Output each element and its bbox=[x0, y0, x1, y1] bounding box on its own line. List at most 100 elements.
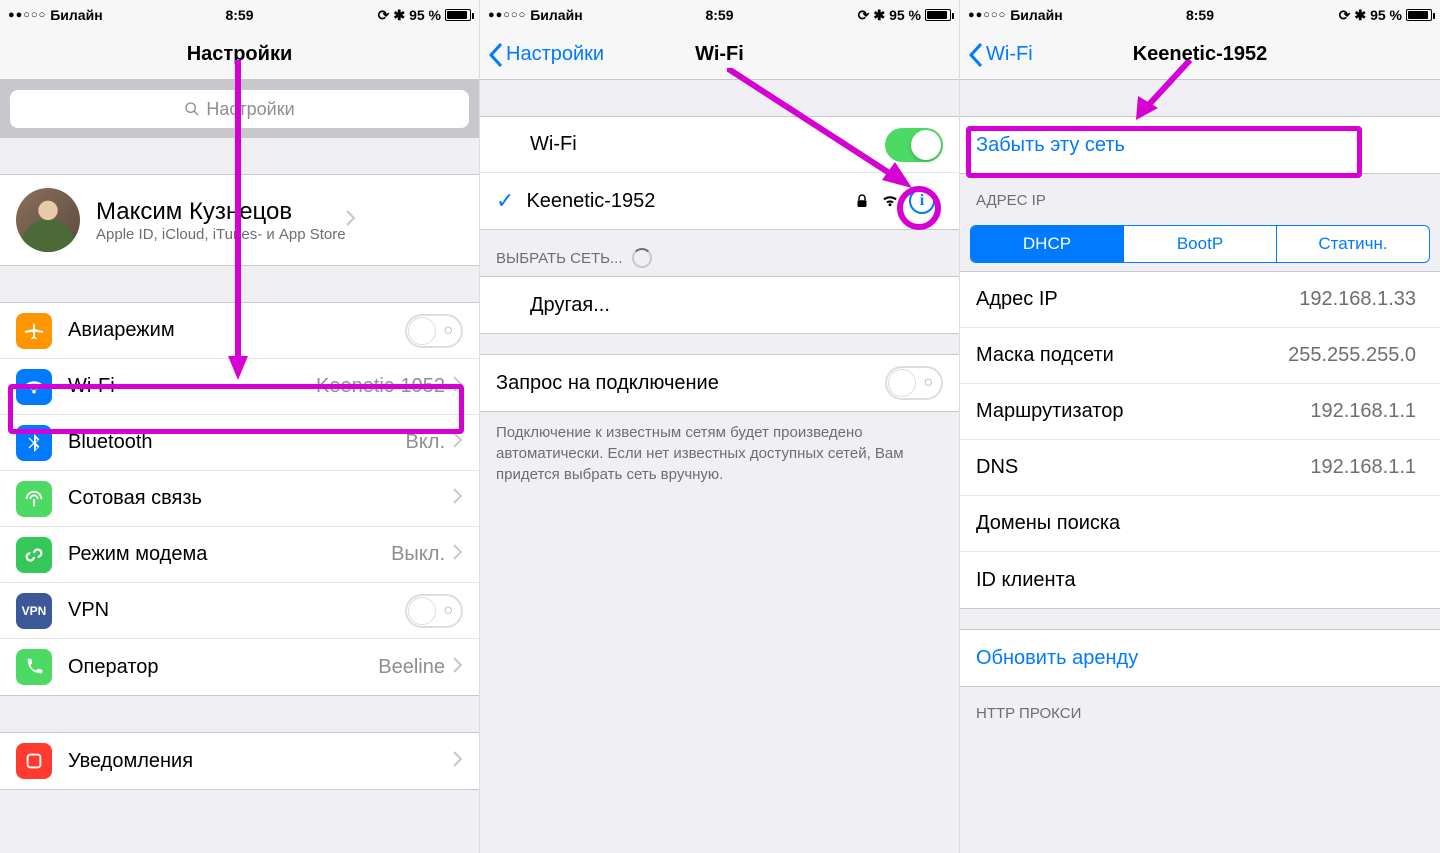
carrier-label-row: Оператор bbox=[68, 656, 378, 679]
ask-to-join-row[interactable]: Запрос на подключение ○ bbox=[480, 355, 959, 411]
wifi-toggle[interactable] bbox=[885, 128, 943, 162]
orientation-lock-icon: ⟳ bbox=[378, 7, 390, 24]
back-button[interactable]: Настройки bbox=[488, 30, 604, 79]
hotspot-row[interactable]: Режим модема Выкл. bbox=[0, 527, 479, 583]
carrier-value: Beeline bbox=[378, 656, 445, 679]
page-title: Wi-Fi bbox=[695, 43, 744, 66]
back-button[interactable]: Wi-Fi bbox=[968, 30, 1033, 79]
notifications-label: Уведомления bbox=[68, 750, 453, 773]
hotspot-icon bbox=[16, 537, 52, 573]
wifi-screen: ●●○○○ Билайн 8:59 ⟳ ✱ 95 % Настройки Wi-… bbox=[480, 0, 960, 853]
back-label: Wi-Fi bbox=[986, 43, 1033, 66]
dns-row[interactable]: DNS 192.168.1.1 bbox=[960, 440, 1440, 496]
back-label: Настройки bbox=[506, 43, 604, 66]
cellular-row[interactable]: Сотовая связь bbox=[0, 471, 479, 527]
nav-bar: Wi-Fi Keenetic-1952 bbox=[960, 30, 1440, 80]
router-value: 192.168.1.1 bbox=[1310, 400, 1416, 423]
carrier-label: Билайн bbox=[530, 7, 582, 23]
chevron-right-icon bbox=[453, 432, 463, 453]
profile-row[interactable]: Максим Кузнецов Apple ID, iCloud, iTunes… bbox=[0, 175, 479, 265]
bluetooth-icon: ✱ bbox=[873, 7, 885, 24]
nav-bar: Настройки bbox=[0, 30, 479, 80]
airplane-toggle[interactable]: ○ bbox=[405, 314, 463, 348]
search-icon bbox=[184, 101, 200, 117]
carrier-label: Билайн bbox=[50, 7, 102, 23]
search-input[interactable]: Настройки bbox=[10, 90, 469, 128]
airplane-mode-row[interactable]: Авиарежим ○ bbox=[0, 303, 479, 359]
search-domains-label: Домены поиска bbox=[976, 512, 1424, 535]
network-name: Keenetic-1952 bbox=[526, 190, 853, 213]
tab-static[interactable]: Статичн. bbox=[1277, 226, 1429, 262]
ask-to-join-toggle[interactable]: ○ bbox=[885, 366, 943, 400]
mask-value: 255.255.255.0 bbox=[1288, 344, 1416, 367]
avatar bbox=[16, 188, 80, 252]
vpn-label: VPN bbox=[68, 599, 405, 622]
vpn-icon: VPN bbox=[16, 593, 52, 629]
wifi-master-toggle-row[interactable]: Wi-Fi bbox=[480, 117, 959, 173]
forget-network-label: Забыть эту сеть bbox=[976, 134, 1424, 157]
wifi-toggle-label: Wi-Fi bbox=[496, 133, 885, 156]
airplane-icon bbox=[16, 313, 52, 349]
tab-dhcp[interactable]: DHCP bbox=[971, 226, 1124, 262]
bluetooth-row[interactable]: Bluetooth Вкл. bbox=[0, 415, 479, 471]
ip-label: Адрес IP bbox=[976, 288, 1299, 311]
bluetooth-icon: ✱ bbox=[393, 7, 405, 24]
orientation-lock-icon: ⟳ bbox=[1339, 7, 1351, 24]
notifications-row[interactable]: Уведомления bbox=[0, 733, 479, 789]
search-domains-row[interactable]: Домены поиска bbox=[960, 496, 1440, 552]
ask-to-join-label: Запрос на подключение bbox=[496, 372, 885, 395]
mask-label: Маска подсети bbox=[976, 344, 1288, 367]
forget-network-row[interactable]: Забыть эту сеть bbox=[960, 117, 1440, 173]
cellular-icon bbox=[16, 481, 52, 517]
orientation-lock-icon: ⟳ bbox=[858, 7, 870, 24]
subnet-mask-row: Маска подсети 255.255.255.0 bbox=[960, 328, 1440, 384]
notifications-icon bbox=[16, 743, 52, 779]
info-button[interactable]: i bbox=[909, 188, 935, 214]
page-title: Настройки bbox=[187, 43, 293, 66]
phone-icon bbox=[16, 649, 52, 685]
chevron-right-icon bbox=[453, 376, 463, 397]
chevron-right-icon bbox=[453, 488, 463, 509]
client-id-row[interactable]: ID клиента bbox=[960, 552, 1440, 608]
vpn-toggle[interactable]: ○ bbox=[405, 594, 463, 628]
status-bar: ●●○○○ Билайн 8:59 ⟳ ✱ 95 % bbox=[0, 0, 479, 30]
other-network-row[interactable]: Другая... bbox=[480, 277, 959, 333]
vpn-row[interactable]: VPN VPN ○ bbox=[0, 583, 479, 639]
page-title: Keenetic-1952 bbox=[1133, 43, 1268, 66]
hotspot-label: Режим модема bbox=[68, 543, 391, 566]
renew-lease-row[interactable]: Обновить аренду bbox=[960, 630, 1440, 686]
other-network-label: Другая... bbox=[496, 294, 943, 317]
renew-lease-label: Обновить аренду bbox=[976, 647, 1424, 670]
http-proxy-header: HTTP ПРОКСИ bbox=[960, 687, 1440, 730]
chevron-right-icon bbox=[453, 751, 463, 772]
airplane-label: Авиарежим bbox=[68, 319, 405, 342]
connected-network-row[interactable]: ✓ Keenetic-1952 i bbox=[480, 173, 959, 229]
wifi-strength-icon bbox=[881, 192, 899, 210]
ip-value: 192.168.1.33 bbox=[1299, 288, 1416, 311]
battery-percent: 95 % bbox=[1370, 7, 1402, 23]
status-bar: ●●○○○ Билайн 8:59 ⟳ ✱ 95 % bbox=[960, 0, 1440, 30]
battery-icon bbox=[1406, 9, 1432, 21]
chevron-right-icon bbox=[453, 657, 463, 678]
clock: 8:59 bbox=[705, 7, 733, 23]
wifi-value: Keenetic-1952 bbox=[316, 375, 445, 398]
clock: 8:59 bbox=[225, 7, 253, 23]
tab-bootp[interactable]: BootP bbox=[1124, 226, 1277, 262]
carrier-row[interactable]: Оператор Beeline bbox=[0, 639, 479, 695]
lock-icon bbox=[853, 192, 871, 210]
battery-icon bbox=[445, 9, 471, 21]
network-detail-screen: ●●○○○ Билайн 8:59 ⟳ ✱ 95 % Wi-Fi Keeneti… bbox=[960, 0, 1440, 853]
footer-text: Подключение к известным сетям будет прои… bbox=[480, 412, 959, 503]
chevron-right-icon bbox=[453, 544, 463, 565]
bluetooth-value: Вкл. bbox=[405, 431, 445, 454]
signal-icon: ●●○○○ bbox=[488, 9, 526, 21]
ip-config-tabs[interactable]: DHCP BootP Статичн. bbox=[970, 225, 1430, 263]
ip-address-row: Адрес IP 192.168.1.33 bbox=[960, 272, 1440, 328]
profile-subtitle: Apple ID, iCloud, iTunes- и App Store bbox=[96, 226, 346, 243]
spinner-icon bbox=[632, 248, 652, 268]
hotspot-value: Выкл. bbox=[391, 543, 445, 566]
wifi-row[interactable]: Wi-Fi Keenetic-1952 bbox=[0, 359, 479, 415]
cellular-label: Сотовая связь bbox=[68, 487, 453, 510]
search-placeholder: Настройки bbox=[206, 99, 294, 120]
bluetooth-icon: ✱ bbox=[1354, 7, 1366, 24]
